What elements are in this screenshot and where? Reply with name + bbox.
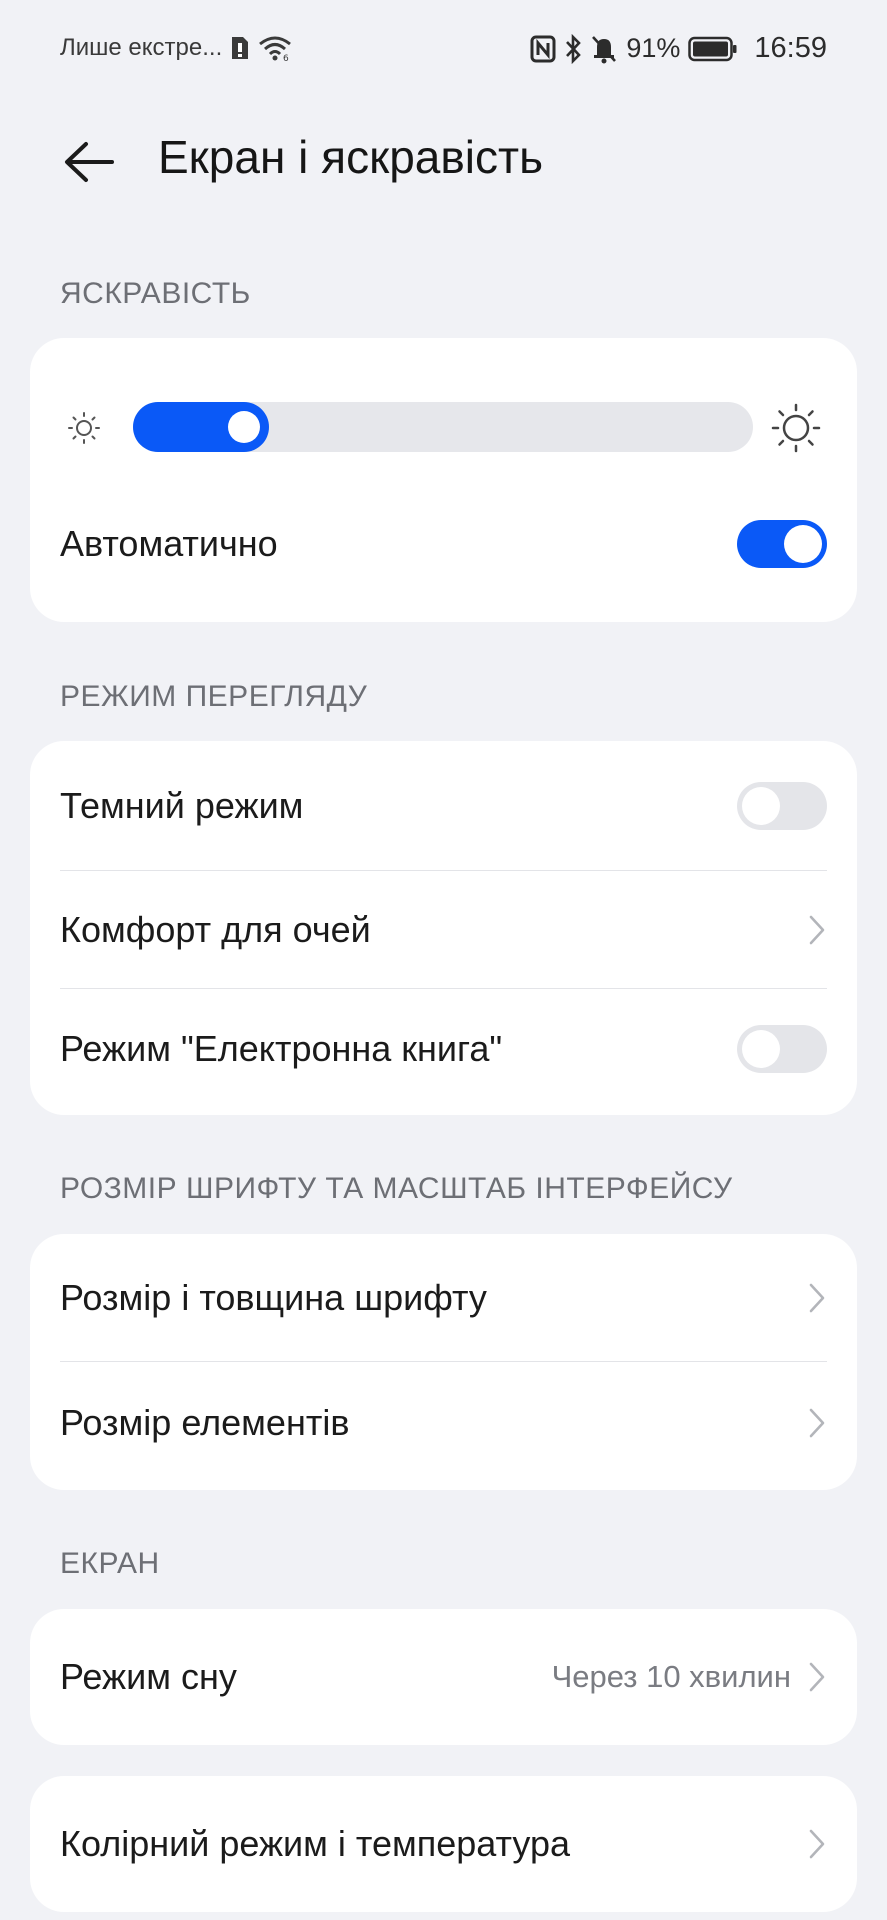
toggle-knob (784, 525, 822, 563)
nfc-icon (530, 35, 556, 63)
brightness-card: Автоматично (30, 338, 857, 622)
brightness-slider[interactable] (133, 402, 753, 452)
chevron-right-icon (807, 1281, 827, 1315)
font-size-row[interactable]: Розмір і товщина шрифту (60, 1234, 827, 1361)
battery-icon (688, 36, 738, 62)
brightness-slider-thumb[interactable] (228, 411, 260, 443)
chevron-right-icon (807, 1827, 827, 1861)
chevron-right-icon (807, 1406, 827, 1440)
auto-brightness-row[interactable]: Автоматично (60, 504, 827, 584)
bluetooth-icon (564, 33, 582, 64)
section-label-brightness: ЯСКРАВІСТЬ (60, 277, 251, 310)
auto-brightness-toggle[interactable] (737, 520, 827, 568)
font-size-label: Розмір і товщина шрифту (60, 1276, 487, 1318)
chevron-right-icon (807, 913, 827, 947)
brightness-low-icon (66, 410, 102, 451)
eye-comfort-label: Комфорт для очей (60, 908, 371, 950)
sleep-value: Через 10 хвилин (551, 1659, 791, 1694)
wifi-icon: 6 (258, 35, 292, 61)
color-mode-card: Колірний режим і температура (30, 1776, 857, 1912)
section-label-screen: ЕКРАН (60, 1547, 160, 1580)
chevron-right-icon (807, 1660, 827, 1694)
page-title: Екран і яскравість (158, 131, 544, 183)
ebook-mode-row[interactable]: Режим "Електронна книга" (60, 989, 827, 1109)
silent-icon (590, 34, 618, 64)
clock: 16:59 (754, 32, 827, 64)
eye-comfort-row[interactable]: Комфорт для очей (60, 871, 827, 988)
sim-icon (230, 35, 250, 61)
page-header: Екран і яскравість (0, 118, 887, 208)
carrier-text: Лише екстре... (60, 34, 223, 61)
toggle-knob (742, 1030, 780, 1068)
view-mode-card: Темний режим Комфорт для очей Режим "Еле… (30, 741, 857, 1115)
back-button[interactable] (58, 132, 118, 192)
section-label-font-scale: РОЗМІР ШРИФТУ ТА МАСШТАБ ІНТЕРФЕЙСУ (60, 1172, 733, 1205)
status-bar: Лише екстре... 6 91% 16:59 (0, 0, 887, 100)
color-mode-label: Колірний режим і температура (60, 1823, 571, 1864)
dark-mode-toggle[interactable] (737, 781, 827, 830)
svg-text:6: 6 (283, 54, 289, 61)
section-label-view-mode: РЕЖИМ ПЕРЕГЛЯДУ (60, 680, 368, 713)
display-size-label: Розмір елементів (60, 1402, 350, 1443)
arrow-left-icon (65, 142, 114, 182)
battery-percent: 91% (626, 33, 681, 63)
color-mode-row[interactable]: Колірний режим і температура (60, 1776, 827, 1912)
status-left: Лише екстре... 6 (60, 34, 292, 62)
sleep-label: Режим сну (60, 1656, 237, 1697)
display-size-row[interactable]: Розмір елементів (60, 1362, 827, 1484)
dark-mode-label: Темний режим (60, 784, 304, 826)
toggle-knob (742, 786, 780, 825)
sleep-value-group: Через 10 хвилин (552, 1659, 827, 1695)
auto-brightness-label: Автоматично (60, 523, 278, 564)
font-scale-card: Розмір і товщина шрифту Розмір елементів (30, 1234, 857, 1490)
sleep-row[interactable]: Режим сну Через 10 хвилин (60, 1609, 827, 1745)
status-right: 91% 16:59 (530, 32, 827, 65)
ebook-mode-toggle[interactable] (737, 1025, 827, 1073)
brightness-high-icon (770, 402, 822, 459)
sleep-card: Режим сну Через 10 хвилин (30, 1609, 857, 1745)
dark-mode-row[interactable]: Темний режим (60, 741, 827, 870)
ebook-mode-label: Режим "Електронна книга" (60, 1028, 503, 1069)
